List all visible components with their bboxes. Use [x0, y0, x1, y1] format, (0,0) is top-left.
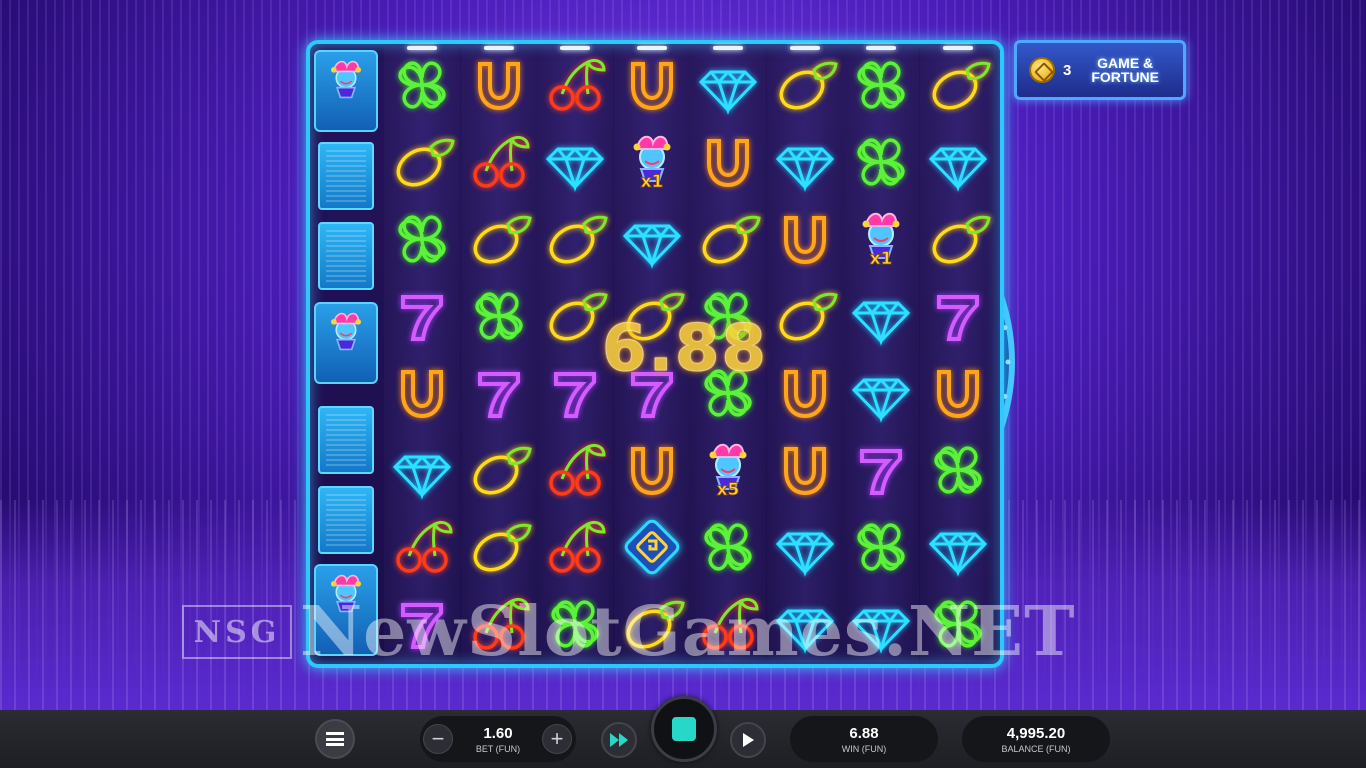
diamond-symbol [921, 510, 995, 584]
side-blank-cell [318, 222, 374, 290]
wheel-light [1005, 359, 1011, 365]
menu-button[interactable] [315, 719, 355, 759]
svg-text:x1: x1 [870, 249, 893, 269]
seven-symbol [921, 279, 995, 353]
badge-title-line2: FORTUNE [1091, 69, 1160, 85]
lemon-symbol [768, 48, 842, 122]
cherry-symbol [385, 510, 459, 584]
decrease-bet-button[interactable]: − [423, 724, 453, 754]
clover-symbol [844, 125, 918, 199]
watermark: NSG NewSlotGames.NET [182, 592, 1076, 672]
joker-symbol: x1 [615, 125, 689, 199]
lemon-symbol [921, 48, 995, 122]
diamond-symbol [768, 125, 842, 199]
fast-forward-icon [610, 733, 628, 747]
lemon-symbol [385, 125, 459, 199]
diamond-symbol [691, 48, 765, 122]
svg-text:x5: x5 [717, 480, 740, 500]
spin-stop-button[interactable] [651, 696, 717, 762]
badge-count: 3 [1063, 61, 1072, 79]
autoplay-button[interactable] [730, 722, 766, 758]
clover-symbol [462, 279, 536, 353]
horseshoe-symbol [691, 125, 765, 199]
horseshoe-symbol [921, 356, 995, 430]
horseshoe-symbol [615, 433, 689, 507]
balance-value: 4,995.20 [1006, 724, 1066, 742]
clover-symbol [691, 510, 765, 584]
clover-symbol [844, 48, 918, 122]
bet-value: 1.60 [483, 724, 513, 742]
joker-symbol: x5 [691, 433, 765, 507]
horseshoe-symbol [768, 433, 842, 507]
diamond-symbol [615, 202, 689, 276]
badge-title: GAME & FORTUNE [1091, 56, 1159, 84]
diamond-symbol [844, 279, 918, 353]
lemon-symbol [691, 202, 765, 276]
watermark-logo: NSG [182, 605, 292, 659]
side-strip [310, 46, 382, 662]
win-display: 6.88 WIN (FUN) [790, 716, 938, 762]
diamond-symbol [844, 356, 918, 430]
joker-symbol: x1 [844, 202, 918, 276]
horseshoe-symbol [768, 202, 842, 276]
balance-display: 4,995.20 BALANCE (FUN) [962, 716, 1110, 762]
seven-symbol [462, 356, 536, 430]
clover-symbol [385, 202, 459, 276]
play-icon [743, 733, 754, 747]
side-blank-cell [318, 486, 374, 554]
lemon-symbol [462, 510, 536, 584]
svg-text:x1: x1 [640, 172, 663, 192]
hamburger-icon [326, 732, 344, 746]
cherry-symbol [538, 433, 612, 507]
lemon-symbol [462, 433, 536, 507]
lemon-symbol [921, 202, 995, 276]
win-amount-overlay: 6.88 [602, 312, 768, 387]
side-joker-cell [314, 302, 378, 384]
win-value: 6.88 [849, 724, 879, 742]
balance-label: BALANCE (FUN) [1001, 743, 1071, 754]
cherry-symbol [462, 125, 536, 199]
clover-symbol [921, 433, 995, 507]
win-label: WIN (FUN) [841, 743, 887, 754]
watermark-text: NewSlotGames.NET [300, 592, 1076, 672]
gold-coin-icon [1029, 57, 1055, 83]
horseshoe-symbol [462, 48, 536, 122]
clover-symbol [844, 510, 918, 584]
seven-symbol [844, 433, 918, 507]
bet-label: BET (FUN) [475, 743, 521, 754]
cherry-symbol [538, 48, 612, 122]
clover-symbol [385, 48, 459, 122]
side-blank-cell [318, 406, 374, 474]
lemon-symbol [538, 202, 612, 276]
diamond-symbol [921, 125, 995, 199]
increase-bet-button[interactable]: + [542, 724, 572, 754]
scatter-symbol [615, 510, 689, 584]
lemon-symbol [462, 202, 536, 276]
horseshoe-symbol [385, 356, 459, 430]
cherry-symbol [538, 510, 612, 584]
game-and-fortune-badge[interactable]: 3 GAME & FORTUNE [1014, 40, 1186, 100]
stop-icon [672, 717, 696, 741]
side-blank-cell [318, 142, 374, 210]
diamond-symbol [385, 433, 459, 507]
seven-symbol [385, 279, 459, 353]
diamond-symbol [768, 510, 842, 584]
badge-title-line1: GAME & [1097, 55, 1154, 71]
turbo-button[interactable] [601, 722, 637, 758]
side-joker-cell [314, 50, 378, 132]
diamond-symbol [538, 125, 612, 199]
horseshoe-symbol [615, 48, 689, 122]
